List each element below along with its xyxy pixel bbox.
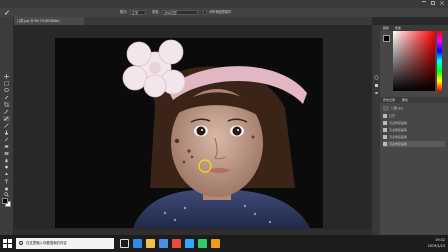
- fg-color-chip[interactable]: [383, 35, 390, 42]
- sample-all-layers-checkbox[interactable]: [203, 10, 207, 15]
- taskbar-search-input[interactable]: 在这里输入你要搜索的内容: [16, 238, 114, 249]
- task-view-icon[interactable]: [120, 239, 129, 248]
- blur-tool-icon[interactable]: [3, 158, 10, 163]
- maximize-icon[interactable]: [431, 1, 435, 5]
- dodge-tool-icon[interactable]: [3, 165, 10, 170]
- mode-select-value: 正常: [132, 11, 139, 15]
- type-label: 类型:: [152, 10, 160, 14]
- zoom-tool-icon[interactable]: [3, 192, 10, 197]
- child-photo: [55, 38, 323, 228]
- move-tool-icon[interactable]: [3, 74, 10, 79]
- edge-browser-icon[interactable]: [133, 239, 142, 248]
- photo-canvas[interactable]: [55, 38, 323, 228]
- quick-selection-tool-icon[interactable]: [3, 95, 10, 100]
- history-item[interactable]: 打开: [383, 113, 445, 119]
- crop-tool-icon[interactable]: [3, 102, 10, 107]
- spot-healing-brush-tool-icon[interactable]: [4, 10, 10, 15]
- search-icon: [19, 241, 23, 245]
- app-icon-red[interactable]: [172, 239, 181, 248]
- window-controls: [422, 0, 445, 6]
- menu-bar: [0, 0, 448, 8]
- clone-stamp-tool-icon[interactable]: [3, 130, 10, 135]
- properties-panel-icon[interactable]: [373, 83, 380, 88]
- snapshot-thumbnail-icon: [383, 105, 389, 111]
- windows-start-icon[interactable]: [3, 239, 12, 248]
- file-explorer-icon[interactable]: [146, 239, 155, 248]
- open-icon: [383, 114, 387, 118]
- minimize-icon[interactable]: [422, 1, 426, 5]
- tab-color[interactable]: 颜色: [383, 25, 389, 31]
- hue-slider[interactable]: [437, 31, 442, 91]
- close-icon[interactable]: [439, 0, 445, 6]
- history-item-label: 儿童.jpg: [391, 106, 403, 110]
- healing-brush-icon: [383, 121, 387, 125]
- history-item[interactable]: 污点修复画笔: [383, 127, 445, 133]
- history-panel-header: 历史记录 属性: [380, 97, 448, 103]
- sample-all-layers-label: 对所有图层取样: [209, 10, 232, 14]
- collapsed-panel-strip: [372, 25, 380, 235]
- document-tab[interactable]: 儿童.jpg @ 66.7%(RGB/8#): [14, 17, 84, 25]
- layers-panel-icon[interactable]: [373, 91, 380, 96]
- spot-healing-brush-icon[interactable]: [3, 116, 10, 121]
- foreground-color-swatch[interactable]: [2, 198, 8, 204]
- history-brush-tool-icon[interactable]: [3, 137, 10, 142]
- mode-select[interactable]: 正常: [130, 10, 146, 15]
- pen-tool-icon[interactable]: [3, 172, 10, 177]
- eraser-tool-icon[interactable]: [3, 144, 10, 149]
- history-item[interactable]: 污点修复画笔: [383, 120, 445, 126]
- history-item-label: 污点修复画笔: [389, 121, 408, 125]
- history-item-label: 打开: [389, 114, 396, 118]
- history-item-label: 污点修复画笔: [389, 135, 408, 139]
- store-icon[interactable]: [159, 239, 168, 248]
- history-item-active[interactable]: 污点修复画笔: [383, 141, 445, 147]
- type-select-value: 近似匹配: [164, 11, 177, 15]
- color-picker-field[interactable]: [393, 31, 435, 91]
- tools-panel: [0, 17, 14, 235]
- history-panel-icon[interactable]: [373, 75, 380, 80]
- gradient-tool-icon[interactable]: [3, 151, 10, 156]
- eyedropper-tool-icon[interactable]: [3, 109, 10, 114]
- clock-date: 2019/1/23: [427, 244, 445, 248]
- type-select[interactable]: 近似匹配: [162, 10, 198, 15]
- tab-properties[interactable]: 属性: [402, 97, 408, 103]
- search-placeholder: 在这里输入你要搜索的内容: [26, 241, 67, 245]
- lasso-tool-icon[interactable]: [3, 88, 10, 93]
- marquee-tool-icon[interactable]: [3, 81, 10, 86]
- taskbar: 在这里输入你要搜索的内容 19:32 2019/1/23: [0, 235, 448, 252]
- mode-label: 模式:: [120, 10, 128, 14]
- healing-brush-icon: [383, 135, 387, 139]
- tab-history[interactable]: 历史记录: [383, 97, 395, 103]
- healing-brush-icon: [383, 142, 387, 146]
- canvas-area[interactable]: [14, 25, 372, 235]
- history-snapshot[interactable]: 儿童.jpg: [383, 105, 445, 111]
- document-tabs: 儿童.jpg @ 66.7%(RGB/8#): [14, 17, 372, 25]
- hand-tool-icon[interactable]: [3, 186, 10, 191]
- history-item-label: 污点修复画笔: [389, 142, 408, 146]
- history-item-label: 污点修复画笔: [389, 128, 408, 132]
- app-icon-green[interactable]: [198, 239, 207, 248]
- options-bar: 模式: 正常 类型: 近似匹配 对所有图层取样: [0, 8, 448, 17]
- type-tool-icon[interactable]: [3, 179, 10, 184]
- healing-brush-icon: [383, 128, 387, 132]
- right-panels: 颜色 色板 历史记录 属性 儿童.jpg 打开 污点修复画笔 污点修复画笔 污点…: [380, 25, 448, 235]
- brush-tool-icon[interactable]: [3, 123, 10, 128]
- history-item[interactable]: 污点修复画笔: [383, 134, 445, 140]
- system-clock[interactable]: 19:32 2019/1/23: [415, 237, 445, 250]
- photoshop-taskbar-icon[interactable]: [185, 239, 194, 248]
- app-icon-orange[interactable]: [211, 239, 220, 248]
